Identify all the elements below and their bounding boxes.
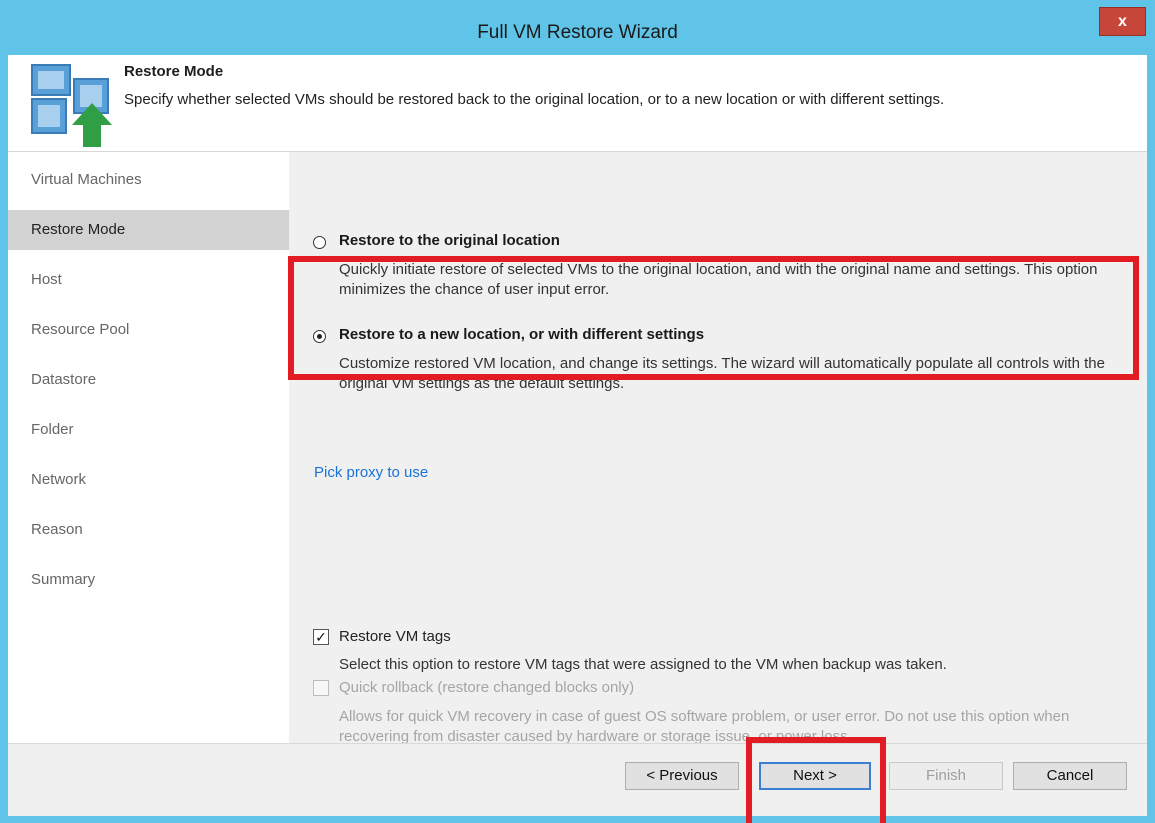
original-location-label[interactable]: Restore to the original location — [339, 232, 560, 249]
restore-vm-tags-label[interactable]: Restore VM tags — [339, 628, 451, 645]
finish-button[interactable]: Finish — [889, 762, 1003, 790]
page-description: Specify whether selected VMs should be r… — [124, 91, 945, 108]
wizard-header: Restore Mode Specify whether selected VM… — [8, 55, 1147, 152]
original-location-radio[interactable] — [313, 236, 326, 249]
sidebar-item-reason[interactable]: Reason — [8, 510, 289, 550]
restore-vm-icon — [31, 64, 112, 147]
sidebar-item-host[interactable]: Host — [8, 260, 289, 300]
sidebar-item-network[interactable]: Network — [8, 460, 289, 500]
previous-button[interactable]: < Previous — [625, 762, 739, 790]
quick-rollback-description: Allows for quick VM recovery in case of … — [339, 708, 1070, 745]
sidebar-item-datastore[interactable]: Datastore — [8, 360, 289, 400]
restore-vm-tags-checkbox[interactable]: ✓ — [313, 629, 329, 645]
wizard-window: Full VM Restore Wizard x Restore Mode Sp… — [0, 0, 1155, 823]
cancel-button[interactable]: Cancel — [1013, 762, 1127, 790]
sidebar-item-restore-mode[interactable]: Restore Mode — [8, 210, 289, 250]
wizard-footer: < Previous Next > Finish Cancel — [8, 743, 1147, 816]
page-title: Restore Mode — [124, 63, 224, 80]
restore-vm-tags-description: Select this option to restore VM tags th… — [339, 656, 947, 673]
next-button[interactable]: Next > — [759, 762, 871, 790]
new-location-description: Customize restored VM location, and chan… — [339, 355, 1105, 392]
wizard-sidebar: Virtual Machines Restore Mode Host Resou… — [8, 152, 289, 743]
sidebar-item-summary[interactable]: Summary — [8, 560, 289, 600]
wizard-frame: Restore Mode Specify whether selected VM… — [8, 55, 1147, 816]
sidebar-item-resource-pool[interactable]: Resource Pool — [8, 310, 289, 350]
window-title: Full VM Restore Wizard — [477, 22, 678, 43]
restore-mode-panel: Restore to the original location Quickly… — [289, 152, 1147, 745]
original-location-description: Quickly initiate restore of selected VMs… — [339, 261, 1098, 298]
sidebar-item-folder[interactable]: Folder — [8, 410, 289, 450]
new-location-label[interactable]: Restore to a new location, or with diffe… — [339, 326, 704, 343]
close-button[interactable]: x — [1099, 7, 1146, 36]
new-location-radio[interactable] — [313, 330, 326, 343]
quick-rollback-checkbox[interactable] — [313, 680, 329, 696]
quick-rollback-label[interactable]: Quick rollback (restore changed blocks o… — [339, 679, 634, 696]
title-bar: Full VM Restore Wizard x — [0, 0, 1155, 55]
pick-proxy-link[interactable]: Pick proxy to use — [314, 464, 428, 481]
sidebar-item-virtual-machines[interactable]: Virtual Machines — [8, 160, 289, 200]
